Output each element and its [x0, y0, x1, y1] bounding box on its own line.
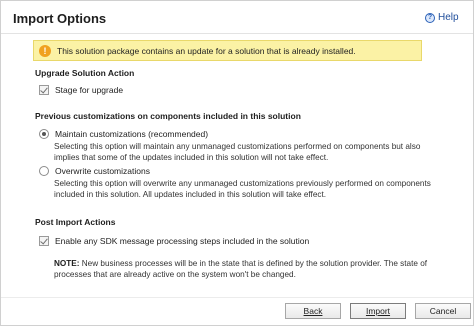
cancel-button-label: Cancel	[429, 306, 457, 316]
warning-icon: !	[39, 44, 51, 57]
overwrite-customizations-option[interactable]: Overwrite customizations	[39, 166, 150, 176]
maintain-customizations-description: Selecting this option will maintain any …	[54, 142, 421, 162]
overwrite-customizations-label: Overwrite customizations	[55, 166, 150, 176]
help-link[interactable]: ? Help	[425, 12, 459, 23]
import-button[interactable]: Import	[350, 303, 406, 319]
import-options-dialog: Import Options ? Help ! This solution pa…	[0, 0, 474, 326]
back-button[interactable]: Back	[285, 303, 341, 319]
stage-for-upgrade-label: Stage for upgrade	[55, 85, 124, 95]
help-icon: ?	[425, 12, 435, 23]
overwrite-customizations-description: Selecting this option will overwrite any…	[54, 179, 431, 199]
enable-sdk-steps-option[interactable]: Enable any SDK message processing steps …	[39, 236, 309, 246]
enable-sdk-steps-label: Enable any SDK message processing steps …	[55, 236, 310, 246]
post-import-note: NOTE: New business processes will be in …	[54, 258, 434, 280]
title-bar: Import Options ? Help	[1, 1, 473, 34]
warning-text: This solution package contains an update…	[57, 45, 356, 56]
upgrade-section-title: Upgrade Solution Action	[35, 68, 135, 78]
overwrite-customizations-radio[interactable]	[39, 166, 49, 176]
checkmark-icon	[40, 85, 48, 94]
stage-for-upgrade-checkbox[interactable]	[39, 85, 49, 95]
post-import-section-title: Post Import Actions	[35, 217, 116, 227]
note-prefix: NOTE:	[54, 259, 80, 268]
import-button-label: Import	[365, 306, 391, 316]
cancel-button[interactable]: Cancel	[415, 303, 471, 319]
help-label: Help	[438, 12, 459, 23]
enable-sdk-steps-checkbox[interactable]	[39, 236, 49, 246]
maintain-customizations-option[interactable]: Maintain customizations (recommended)	[39, 129, 208, 139]
customizations-section-title: Previous customizations on components in…	[35, 111, 301, 121]
stage-for-upgrade-option[interactable]: Stage for upgrade	[39, 85, 123, 95]
maintain-customizations-label: Maintain customizations (recommended)	[55, 129, 209, 139]
note-text: New business processes will be in the st…	[54, 259, 428, 279]
radio-selected-dot	[42, 132, 46, 136]
warning-banner: ! This solution package contains an upda…	[33, 40, 422, 61]
checkmark-icon	[40, 236, 48, 245]
maintain-customizations-radio[interactable]	[39, 129, 49, 139]
dialog-title: Import Options	[13, 11, 107, 26]
back-button-label: Back	[303, 306, 323, 316]
